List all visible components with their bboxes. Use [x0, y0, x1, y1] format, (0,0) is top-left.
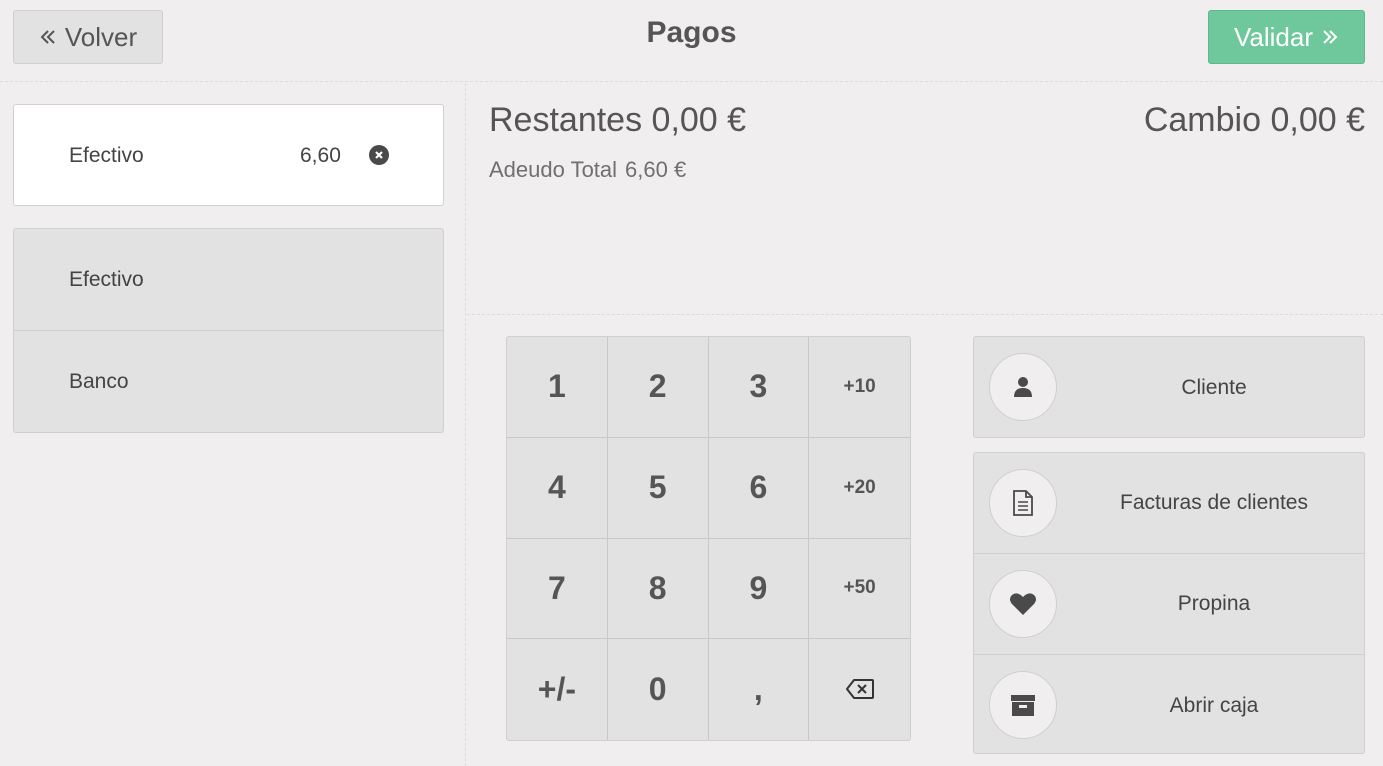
page-title: Pagos — [646, 16, 737, 49]
customer-action-group: Cliente — [973, 336, 1365, 438]
numpad-key-plus10[interactable]: +10 — [809, 337, 910, 438]
top-bar: Volver Pagos Validar — [0, 0, 1383, 82]
change-label: Cambio — [1143, 101, 1262, 139]
payment-methods-list: Efectivo Banco — [13, 228, 444, 433]
delete-paymentline-icon[interactable] — [369, 145, 389, 165]
numpad-key-plus20[interactable]: +20 — [809, 438, 910, 539]
invoice-button-label: Facturas de clientes — [1120, 491, 1308, 514]
paymentline-name: Efectivo — [69, 144, 144, 167]
change-value: 0,00 € — [1270, 101, 1365, 139]
numpad-key-1[interactable]: 1 — [507, 337, 608, 438]
numpad-key-6[interactable]: 6 — [708, 437, 810, 539]
remaining-value: 0,00 € — [651, 101, 747, 139]
paymentline-amount: 6,60 — [300, 144, 341, 167]
numpad-key-4[interactable]: 4 — [507, 437, 608, 539]
numpad-key-plus50[interactable]: +50 — [809, 539, 910, 640]
numpad-key-7[interactable]: 7 — [507, 538, 608, 640]
validate-button[interactable]: Validar — [1208, 10, 1365, 64]
payment-method-efectivo[interactable]: Efectivo — [14, 229, 443, 331]
numpad-key-9[interactable]: 9 — [708, 538, 810, 640]
payment-method-banco[interactable]: Banco — [14, 331, 443, 432]
due-label: Adeudo Total — [489, 157, 618, 182]
double-chevron-right-icon — [1321, 22, 1339, 53]
file-icon — [989, 469, 1057, 537]
open-cashbox-button-label: Abrir caja — [1169, 693, 1259, 717]
numpad-key-3[interactable]: 3 — [708, 337, 810, 438]
numpad: 1 2 3 +10 4 5 6 +20 7 8 9 +50 +/- 0 , — [506, 336, 911, 741]
numpad-key-comma[interactable]: , — [709, 639, 810, 740]
numpad-key-backspace[interactable] — [809, 639, 910, 740]
customer-button-label: Cliente — [1181, 375, 1247, 399]
heart-icon — [989, 570, 1057, 638]
validate-button-label: Validar — [1233, 21, 1313, 52]
numpad-key-0[interactable]: 0 — [608, 639, 709, 740]
user-icon — [989, 353, 1057, 421]
payment-summary: Restantes 0,00 € Cambio 0,00 € Adeudo To… — [467, 83, 1383, 315]
paymentline-selected[interactable]: Efectivo 6,60 — [13, 104, 444, 206]
tip-button-label: Propina — [1177, 592, 1251, 615]
numpad-key-sign[interactable]: +/- — [507, 639, 608, 740]
remaining-label: Restantes — [489, 101, 643, 139]
numpad-key-2[interactable]: 2 — [607, 337, 709, 438]
change-amount: Cambio 0,00 € — [1144, 101, 1365, 140]
archive-icon — [989, 671, 1057, 739]
tip-button[interactable]: Propina — [974, 554, 1364, 655]
remaining-amount: Restantes 0,00 € — [489, 101, 746, 140]
open-cashbox-button[interactable]: Abrir caja — [974, 655, 1364, 753]
payment-method-label: Banco — [69, 370, 129, 393]
customer-button[interactable]: Cliente — [974, 337, 1364, 437]
extra-actions-group: Facturas de clientes Propina Abrir caja — [973, 452, 1365, 754]
backspace-icon — [845, 671, 875, 708]
total-due: Adeudo Total 6,60 € — [489, 157, 686, 183]
numpad-key-8[interactable]: 8 — [607, 538, 709, 640]
payment-lines-panel: Efectivo 6,60 Efectivo Banco — [0, 83, 466, 766]
due-value: 6,60 € — [625, 157, 687, 182]
payment-method-label: Efectivo — [69, 268, 144, 291]
numpad-key-5[interactable]: 5 — [607, 437, 709, 539]
invoice-button[interactable]: Facturas de clientes — [974, 453, 1364, 554]
